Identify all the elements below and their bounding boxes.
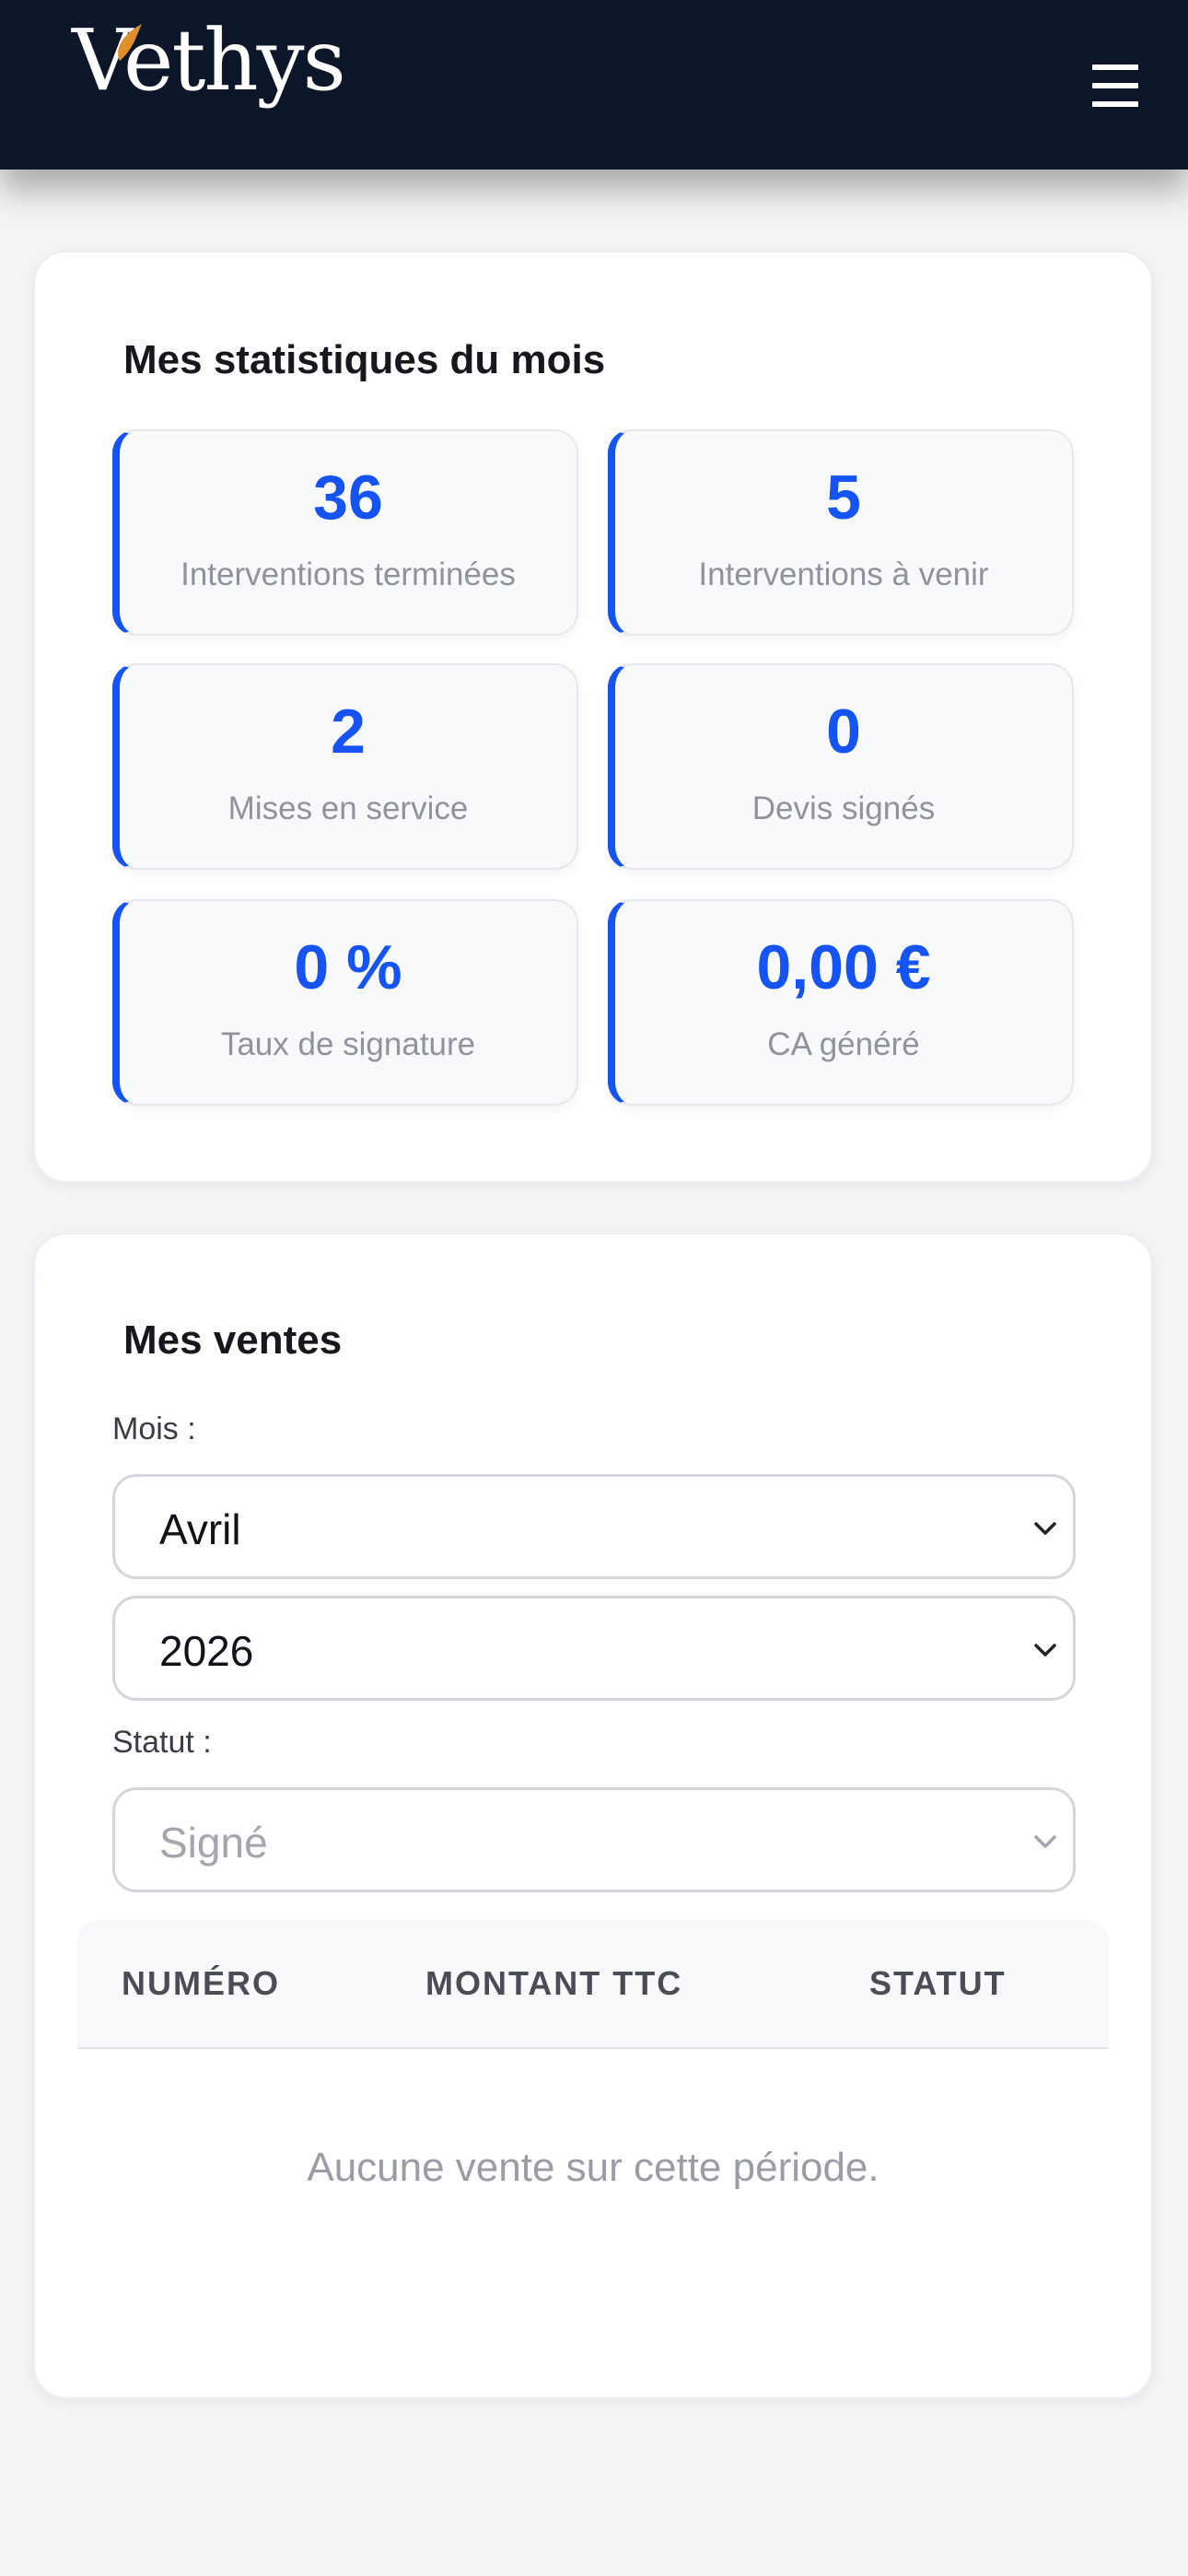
month-select[interactable]: Avril: [112, 1474, 1076, 1579]
stats-title: Mes statistiques du mois: [123, 337, 606, 382]
status-select-value: Signé: [159, 1819, 268, 1867]
stat-value: 0 %: [294, 932, 402, 1002]
app-header: Vethys: [0, 0, 1188, 170]
empty-sales-message: Aucune vente sur cette période.: [307, 2145, 879, 2190]
stat-value: 0: [826, 697, 861, 767]
stat-value: 36: [313, 463, 383, 533]
sales-table-header: NUMÉRO MONTANT TTC STATUT: [77, 1920, 1109, 2049]
stat-value: 2: [331, 697, 366, 767]
stat-value: 0,00 €: [756, 932, 931, 1002]
monthly-stats-card: Mes statistiques du mois 36 Intervention…: [33, 251, 1153, 1183]
year-select[interactable]: 2026: [112, 1596, 1076, 1701]
hamburger-menu-icon[interactable]: [1092, 64, 1138, 107]
column-header-numero: NUMÉRO: [122, 1964, 280, 2002]
stat-signature-rate: 0 % Taux de signature: [112, 899, 578, 1106]
stat-label: Taux de signature: [220, 1026, 476, 1062]
stat-revenue: 0,00 € CA généré: [608, 899, 1074, 1106]
month-select-value: Avril: [159, 1505, 241, 1553]
stat-label: Mises en service: [227, 790, 469, 826]
flame-leaf-icon: [118, 24, 142, 61]
my-sales-card: Mes ventes Mois : Avril 2026 Statut : Si…: [33, 1233, 1153, 2399]
stat-completed-interventions: 36 Interventions terminées: [112, 429, 578, 636]
stat-label: Interventions à venir: [698, 556, 989, 592]
stat-label: Interventions terminées: [181, 556, 516, 592]
stat-commissionings: 2 Mises en service: [112, 663, 578, 870]
stat-label: Devis signés: [751, 790, 936, 826]
sales-title: Mes ventes: [123, 1317, 343, 1363]
chevron-down-icon: [1034, 1522, 1056, 1535]
status-select[interactable]: Signé: [112, 1787, 1076, 1892]
stat-upcoming-interventions: 5 Interventions à venir: [608, 429, 1074, 636]
chevron-down-icon: [1034, 1644, 1056, 1657]
stat-signed-quotes: 0 Devis signés: [608, 663, 1074, 870]
column-header-montant-ttc: MONTANT TTC: [425, 1964, 683, 2002]
column-header-statut: STATUT: [869, 1964, 1007, 2002]
stat-label: CA généré: [767, 1026, 920, 1062]
month-label: Mois :: [112, 1411, 196, 1446]
status-label: Statut :: [112, 1725, 212, 1760]
vethys-logo[interactable]: Vethys: [72, 18, 346, 103]
year-select-value: 2026: [159, 1627, 254, 1675]
chevron-down-icon: [1034, 1835, 1056, 1848]
stat-value: 5: [826, 463, 861, 533]
